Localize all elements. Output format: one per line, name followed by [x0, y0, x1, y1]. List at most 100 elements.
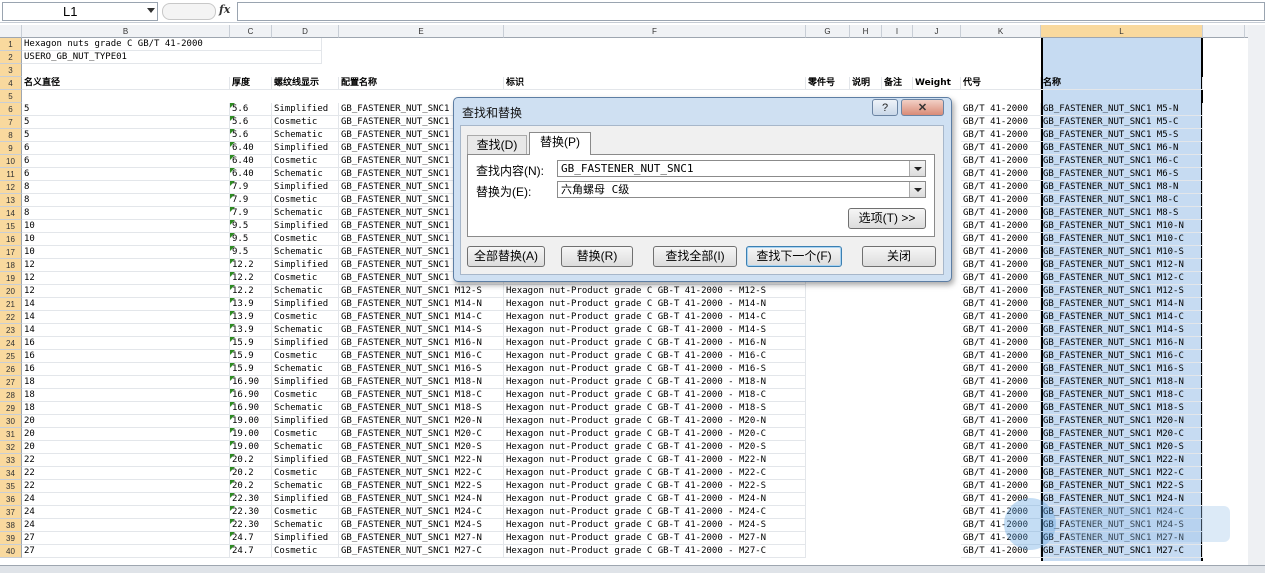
cell[interactable]: GB_FASTENER_NUT_SNC1 M6-C	[1041, 155, 1203, 168]
cell[interactable]: 22.30	[230, 519, 272, 532]
row-header[interactable]: 16	[0, 233, 22, 246]
cell[interactable]: 备注	[882, 77, 913, 90]
row-header[interactable]: 29	[0, 402, 22, 415]
cell[interactable]: USERO_GB_NUT_TYPE01	[22, 51, 322, 64]
cell[interactable]: GB_FASTENER_NUT_SNC1 M14-N	[339, 298, 504, 311]
cell[interactable]: Hexagon nut-Product grade C GB-T 41-2000…	[504, 493, 806, 506]
cell[interactable]: GB_FASTENER_NUT_SNC1 M14-C	[1041, 311, 1203, 324]
cell[interactable]: 6.40	[230, 168, 272, 181]
cell[interactable]: 5	[22, 103, 230, 116]
name-box[interactable]: L1	[2, 2, 158, 21]
column-header[interactable]: H	[850, 25, 882, 38]
cell[interactable]: GB/T 41-2000	[961, 389, 1041, 402]
column-header[interactable]	[1203, 25, 1245, 38]
cell[interactable]: Schematic	[272, 246, 339, 259]
cell[interactable]: 14	[22, 324, 230, 337]
cell[interactable]: 说明	[850, 77, 882, 90]
row-header[interactable]: 25	[0, 350, 22, 363]
cell[interactable]: Schematic	[272, 129, 339, 142]
column-header[interactable]: J	[913, 25, 961, 38]
find-next-button[interactable]: 查找下一个(F)	[746, 246, 842, 267]
cell[interactable]: 6	[22, 142, 230, 155]
cell[interactable]: 13.9	[230, 311, 272, 324]
replace-with-input[interactable]: 六角螺母 C级	[557, 181, 926, 198]
cell[interactable]: 27	[22, 545, 230, 558]
cell[interactable]: 18	[22, 389, 230, 402]
cell[interactable]: Hexagon nut-Product grade C GB-T 41-2000…	[504, 363, 806, 376]
cell[interactable]: 12.2	[230, 285, 272, 298]
cell[interactable]: GB_FASTENER_NUT_SNC1 M8-C	[1041, 194, 1203, 207]
row-header[interactable]: 4	[0, 77, 22, 90]
cell[interactable]: 18	[22, 402, 230, 415]
cell[interactable]: 19.00	[230, 441, 272, 454]
cell[interactable]: Schematic	[272, 207, 339, 220]
column-header[interactable]: L	[1041, 25, 1203, 38]
cell[interactable]: Cosmetic	[272, 389, 339, 402]
cell[interactable]: Hexagon nut-Product grade C GB-T 41-2000…	[504, 402, 806, 415]
cell[interactable]: GB/T 41-2000	[961, 116, 1041, 129]
vertical-scrollbar[interactable]	[1248, 25, 1265, 565]
cell[interactable]: GB/T 41-2000	[961, 337, 1041, 350]
cell[interactable]: Hexagon nut-Product grade C GB-T 41-2000…	[504, 415, 806, 428]
cell[interactable]: GB/T 41-2000	[961, 441, 1041, 454]
row-header[interactable]: 15	[0, 220, 22, 233]
cell[interactable]: Hexagon nut-Product grade C GB-T 41-2000…	[504, 467, 806, 480]
cell[interactable]: 12	[22, 285, 230, 298]
cell[interactable]: GB_FASTENER_NUT_SNC1 M20-C	[339, 428, 504, 441]
column-header[interactable]: K	[961, 25, 1041, 38]
cell[interactable]: 7.9	[230, 207, 272, 220]
cell[interactable]: 12.2	[230, 259, 272, 272]
cell[interactable]: Simplified	[272, 259, 339, 272]
cell[interactable]: GB_FASTENER_NUT_SNC1 M18-S	[1041, 402, 1203, 415]
cell[interactable]: GB_FASTENER_NUT_SNC1 M16-C	[339, 350, 504, 363]
cell[interactable]: 18	[22, 376, 230, 389]
row-header[interactable]: 19	[0, 272, 22, 285]
cell[interactable]: GB_FASTENER_NUT_SNC1 M20-S	[1041, 441, 1203, 454]
row-header[interactable]: 20	[0, 285, 22, 298]
tab-replace[interactable]: 替换(P)	[529, 132, 591, 155]
cell[interactable]: GB_FASTENER_NUT_SNC1 M5-N	[1041, 103, 1203, 116]
row-header[interactable]: 21	[0, 298, 22, 311]
cell[interactable]: Hexagon nut-Product grade C GB-T 41-2000…	[504, 454, 806, 467]
cell[interactable]: 9.5	[230, 246, 272, 259]
cell[interactable]: 配置名称	[339, 77, 504, 90]
cell[interactable]: GB/T 41-2000	[961, 467, 1041, 480]
cell[interactable]: GB_FASTENER_NUT_SNC1 M12-S	[1041, 285, 1203, 298]
cell[interactable]: 16.90	[230, 402, 272, 415]
cell[interactable]: GB/T 41-2000	[961, 103, 1041, 116]
cell[interactable]: Hexagon nut-Product grade C GB-T 41-2000…	[504, 519, 806, 532]
cell[interactable]: Cosmetic	[272, 233, 339, 246]
cell[interactable]: GB_FASTENER_NUT_SNC1 M5-S	[1041, 129, 1203, 142]
cell[interactable]: 6	[22, 155, 230, 168]
cell[interactable]: Simplified	[272, 415, 339, 428]
cell[interactable]: GB_FASTENER_NUT_SNC1 M27-N	[339, 532, 504, 545]
cell[interactable]: 5.6	[230, 103, 272, 116]
cell[interactable]: 16.90	[230, 389, 272, 402]
cell[interactable]: 22.30	[230, 493, 272, 506]
cell[interactable]: Schematic	[272, 363, 339, 376]
cell[interactable]: Hexagon nut-Product grade C GB-T 41-2000…	[504, 324, 806, 337]
cell[interactable]: 19.00	[230, 428, 272, 441]
cell[interactable]: GB/T 41-2000	[961, 129, 1041, 142]
chevron-down-icon[interactable]	[147, 8, 155, 13]
cell[interactable]: 14	[22, 298, 230, 311]
cell[interactable]: 10	[22, 220, 230, 233]
cell[interactable]: Hexagon nut-Product grade C GB-T 41-2000…	[504, 545, 806, 558]
cell[interactable]: Hexagon nut-Product grade C GB-T 41-2000…	[504, 311, 806, 324]
cell[interactable]: 20	[22, 441, 230, 454]
row-header[interactable]: 8	[0, 129, 22, 142]
cell[interactable]: Simplified	[272, 376, 339, 389]
row-header[interactable]: 2	[0, 51, 22, 64]
cell[interactable]: GB_FASTENER_NUT_SNC1 M16-S	[1041, 363, 1203, 376]
cell[interactable]: GB/T 41-2000	[961, 285, 1041, 298]
cell[interactable]: GB_FASTENER_NUT_SNC1 M20-N	[339, 415, 504, 428]
cell[interactable]: Hexagon nut-Product grade C GB-T 41-2000…	[504, 532, 806, 545]
cell[interactable]: 22	[22, 480, 230, 493]
cell[interactable]: 15.9	[230, 337, 272, 350]
column-header[interactable]: E	[339, 25, 504, 38]
chevron-down-icon[interactable]	[909, 161, 925, 176]
cell[interactable]: GB_FASTENER_NUT_SNC1 M24-N	[339, 493, 504, 506]
cell[interactable]: GB_FASTENER_NUT_SNC1 M20-C	[1041, 428, 1203, 441]
cell[interactable]: GB_FASTENER_NUT_SNC1 M24-C	[339, 506, 504, 519]
column-header[interactable]: G	[806, 25, 850, 38]
